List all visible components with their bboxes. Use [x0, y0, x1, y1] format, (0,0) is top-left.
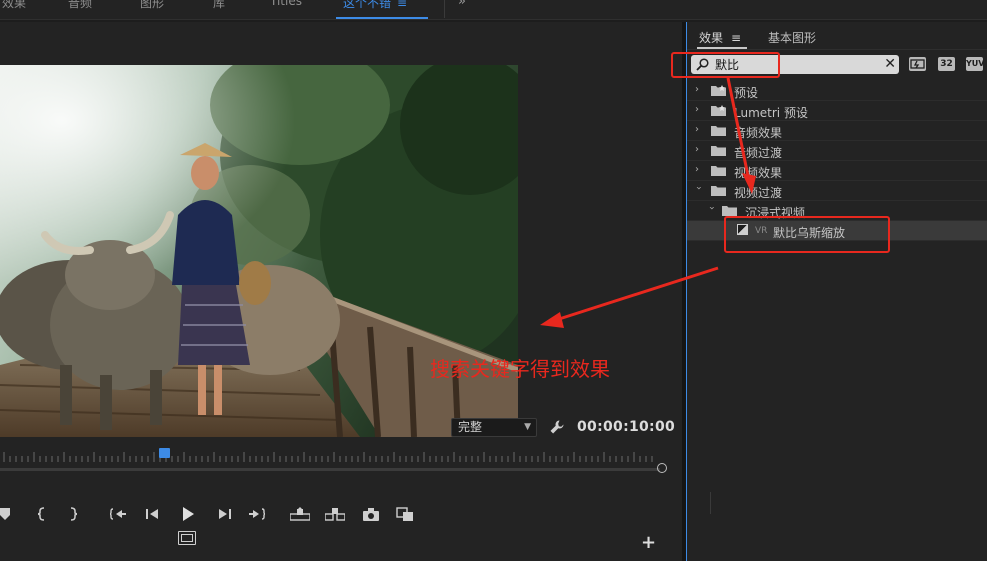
workspace-bar: 效果 音频 图形 库 Titles 这个不错 ≡ »: [0, 0, 987, 20]
annotation-text: 搜索关键字得到效果: [430, 357, 610, 381]
folder-icon: [711, 146, 726, 156]
chevron-right-icon[interactable]: ›: [695, 85, 703, 95]
tree-item-label: 预设: [734, 86, 759, 100]
workspace-separator: [444, 0, 445, 18]
workspace-tab-titles[interactable]: Titles: [270, 0, 302, 8]
chevron-right-icon[interactable]: ›: [695, 105, 703, 115]
quality-value: 完整: [458, 420, 483, 434]
step-forward-icon[interactable]: [216, 503, 232, 525]
workspace-tab-libraries[interactable]: 库: [213, 0, 225, 11]
workspace-overflow-icon[interactable]: »: [458, 0, 466, 9]
preset-folder-icon: [711, 85, 726, 96]
workspace-tab-audio[interactable]: 音频: [68, 0, 92, 11]
tree-item-label: 视频过渡: [734, 186, 783, 200]
active-tab-underline: [336, 17, 428, 19]
go-to-in-icon[interactable]: [109, 503, 127, 525]
workspace-tab-effects[interactable]: 效果: [2, 0, 26, 11]
tree-item-video-effects[interactable]: › 视频效果: [687, 161, 987, 181]
tree-item-audio-effects[interactable]: › 音频效果: [687, 121, 987, 141]
safe-margins-icon[interactable]: [178, 531, 196, 545]
workspace-menu-icon[interactable]: ≡: [397, 0, 407, 10]
chevron-right-icon[interactable]: ›: [695, 125, 703, 135]
workspace-tab-graphics[interactable]: 图形: [140, 0, 164, 11]
tab-basic-graphics[interactable]: 基本图形: [768, 29, 816, 46]
timeline-scrub-bar[interactable]: [0, 468, 660, 471]
chevron-right-icon[interactable]: ›: [695, 165, 703, 175]
tree-item-lumetri-presets[interactable]: › Lumetri 预设: [687, 101, 987, 121]
folder-icon: [722, 206, 737, 216]
workspace-tab-custom-label: 这个不错: [343, 0, 392, 10]
chevron-down-icon[interactable]: ›: [693, 186, 704, 194]
extract-icon[interactable]: [325, 503, 345, 525]
chevron-right-icon[interactable]: ›: [695, 145, 703, 155]
tree-item-audio-transitions[interactable]: › 音频过渡: [687, 141, 987, 161]
step-back-icon[interactable]: [145, 503, 161, 525]
tree-item-label: 视频效果: [734, 166, 783, 180]
folder-icon: [711, 166, 726, 176]
panel-divider-mark: [710, 492, 711, 514]
folder-icon: [711, 186, 726, 196]
folder-icon: [711, 126, 726, 136]
playhead-marker[interactable]: [159, 448, 170, 458]
tree-item-label: 音频效果: [734, 126, 783, 140]
tree-item-label: Lumetri 预设: [734, 106, 808, 120]
add-control-button[interactable]: +: [641, 532, 656, 553]
play-icon[interactable]: [180, 503, 196, 525]
workspace-tab-custom[interactable]: 这个不错 ≡: [343, 0, 407, 11]
32bit-filter-button[interactable]: 32: [938, 57, 955, 71]
active-tab-underline: [697, 47, 747, 49]
wrench-icon[interactable]: [549, 419, 565, 435]
annotation-box-result: [724, 216, 890, 253]
time-ruler[interactable]: [0, 446, 666, 468]
camera-icon[interactable]: [362, 503, 380, 525]
scrub-end-handle[interactable]: [657, 463, 667, 473]
marker-icon[interactable]: [0, 503, 10, 525]
tab-effects-label: 效果: [699, 31, 724, 45]
go-to-out-icon[interactable]: [248, 503, 266, 525]
chevron-down-icon[interactable]: ›: [706, 206, 717, 214]
duration-timecode[interactable]: 00:00:10:00: [577, 419, 675, 435]
mark-out-icon[interactable]: [67, 503, 79, 525]
chevron-down-icon: ▼: [524, 422, 531, 432]
playback-quality-select[interactable]: 完整 ▼: [451, 418, 537, 437]
annotation-box-search: [671, 52, 780, 78]
effects-panel-header: 效果 ≡ 基本图形: [687, 22, 987, 50]
panel-menu-icon[interactable]: ≡: [731, 31, 741, 45]
program-monitor: 完整 ▼ 00:00:10:00 +: [0, 22, 682, 561]
tree-item-label: 音频过渡: [734, 146, 783, 160]
yuv-filter-button[interactable]: YUV: [966, 57, 984, 71]
tab-effects[interactable]: 效果 ≡: [699, 29, 741, 46]
effects-panel: 效果 ≡ 基本图形 ✕ 32 YUV › 预设 › Lumetri 预设 › 音频…: [686, 22, 987, 561]
tree-item-presets[interactable]: › 预设: [687, 81, 987, 101]
preset-folder-icon: [711, 105, 726, 116]
comparison-view-icon[interactable]: [395, 503, 415, 525]
mark-in-icon[interactable]: [36, 503, 48, 525]
clear-search-icon[interactable]: ✕: [884, 55, 896, 74]
lift-icon[interactable]: [290, 503, 310, 525]
tree-item-video-transitions[interactable]: › 视频过渡: [687, 181, 987, 201]
accelerated-effects-filter-icon[interactable]: [909, 57, 926, 71]
